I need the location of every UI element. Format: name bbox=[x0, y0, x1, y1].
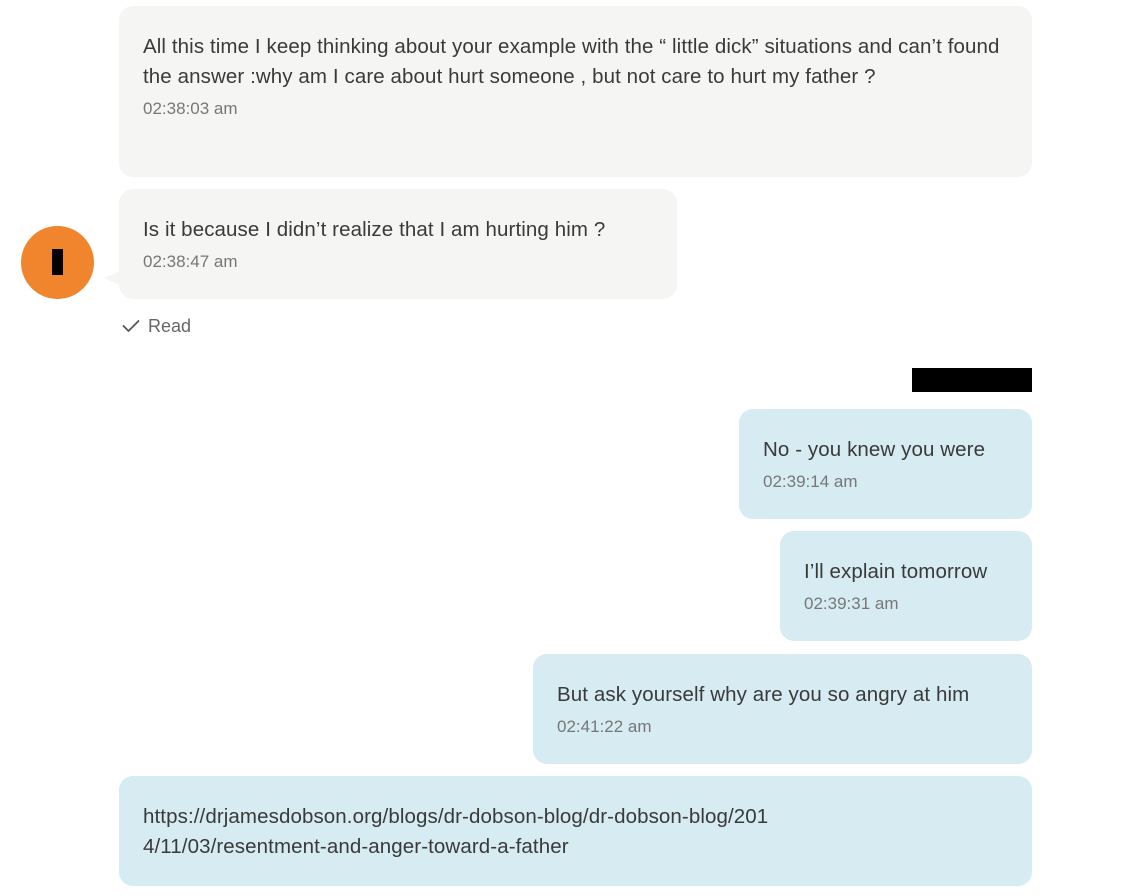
message-text: I’ll explain tomorrow bbox=[804, 560, 988, 583]
checkmark-icon bbox=[122, 320, 140, 332]
message-bubble-outgoing[interactable]: I’ll explain tomorrow 02:39:31 am bbox=[780, 531, 1032, 641]
message-bubble-incoming[interactable]: Is it because I didn’t realize that I am… bbox=[119, 189, 677, 299]
message-bubble-incoming[interactable]: All this time I keep thinking about your… bbox=[119, 6, 1032, 177]
message-timestamp: 02:38:03 am bbox=[143, 99, 238, 118]
message-link-text[interactable]: https://drjamesdobson.org/blogs/dr-dobso… bbox=[143, 802, 783, 862]
message-bubble-outgoing[interactable]: But ask yourself why are you so angry at… bbox=[533, 654, 1032, 764]
message-text: All this time I keep thinking about your… bbox=[143, 35, 1000, 88]
message-timestamp: 02:38:47 am bbox=[143, 252, 238, 271]
avatar[interactable] bbox=[21, 226, 94, 299]
message-bubble-outgoing[interactable]: No - you knew you were 02:39:14 am bbox=[739, 409, 1032, 519]
message-timestamp: 02:41:22 am bbox=[557, 717, 652, 736]
message-bubble-link[interactable]: https://drjamesdobson.org/blogs/dr-dobso… bbox=[119, 776, 1032, 886]
avatar-initial-redacted bbox=[52, 249, 63, 275]
read-receipt-label: Read bbox=[148, 315, 192, 336]
message-text: Is it because I didn’t realize that I am… bbox=[143, 218, 606, 241]
read-receipt: Read bbox=[122, 314, 191, 338]
message-timestamp: 02:39:31 am bbox=[804, 594, 899, 613]
message-text: But ask yourself why are you so angry at… bbox=[557, 683, 970, 706]
message-timestamp: 02:39:14 am bbox=[763, 472, 858, 491]
message-text: No - you knew you were bbox=[763, 438, 986, 461]
bubble-tail bbox=[104, 271, 120, 285]
sender-name-redacted bbox=[912, 368, 1032, 392]
